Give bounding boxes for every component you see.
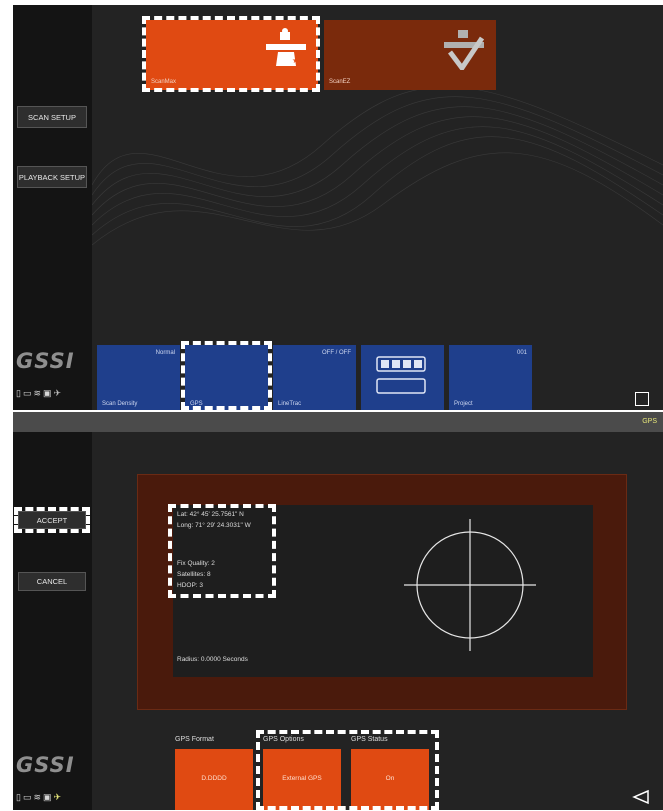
- project-label: Project: [454, 401, 473, 407]
- status-icons: ▯ ▭ ≋ ▣ ✈: [16, 388, 61, 399]
- gssi-logo: GSSI: [16, 349, 75, 373]
- gps-format-tile[interactable]: D.DDDD: [175, 749, 253, 810]
- scan-setup-button[interactable]: SCAN SETUP: [17, 106, 87, 128]
- storage-icon: ▣: [43, 388, 52, 398]
- screen-icon: ▭: [22, 388, 32, 398]
- linetrac-value: OFF / OFF: [322, 350, 351, 356]
- scanmax-highlight: [142, 16, 320, 92]
- satellite-icon: ✈: [53, 388, 62, 398]
- gssi-logo: GSSI: [16, 753, 75, 777]
- gps-format-label: GPS Format: [175, 736, 214, 743]
- gps-crosshair-icon: [404, 519, 536, 651]
- scan-density-label: Scan Density: [102, 401, 138, 407]
- checkmark-pipe-icon: [444, 30, 485, 70]
- project-tile[interactable]: 001 Project: [449, 345, 532, 410]
- gps-screen: GPS ACCEPT CANCEL Lat: 42° 45' 25.7561" …: [13, 412, 663, 810]
- playback-setup-label: PLAYBACK SETUP: [18, 172, 86, 182]
- gps-tile-highlight: [181, 341, 272, 410]
- battery-icon: [376, 356, 426, 394]
- radius-text: Radius: 0.0000 Seconds: [177, 656, 248, 663]
- gps-options-highlight: [256, 730, 439, 810]
- linetrac-tile[interactable]: OFF / OFF LineTrac: [273, 345, 356, 410]
- scan-setup-label: SCAN SETUP: [28, 112, 76, 122]
- gps-format-value: D.DDDD: [201, 775, 227, 782]
- satellite-icon: ✈: [53, 792, 62, 802]
- cancel-label: CANCEL: [36, 577, 68, 586]
- back-icon[interactable]: [632, 789, 650, 805]
- playback-setup-button[interactable]: PLAYBACK SETUP: [17, 166, 87, 188]
- cancel-button[interactable]: CANCEL: [18, 572, 86, 591]
- scan-density-tile[interactable]: Normal Scan Density: [97, 345, 180, 410]
- scan-density-value: Normal: [155, 350, 175, 356]
- storage-icon: ▣: [43, 792, 52, 802]
- project-value: 001: [516, 350, 527, 356]
- battery-tile[interactable]: [361, 345, 444, 410]
- gps-header-bar: GPS: [13, 412, 663, 432]
- wave-background: [92, 86, 663, 246]
- scan-mode-screen: SCAN SETUP PLAYBACK SETUP ★ ScanMax Scan…: [13, 5, 663, 410]
- gps-header-title: GPS: [642, 418, 657, 425]
- device-icon: ▯: [16, 388, 21, 398]
- scanez-tile[interactable]: ScanEZ: [324, 20, 496, 90]
- scanez-label: ScanEZ: [329, 79, 351, 85]
- wifi-icon: ≋: [33, 792, 42, 802]
- device-icon: ▯: [16, 792, 21, 802]
- accept-highlight: [14, 507, 90, 533]
- wifi-icon: ≋: [33, 388, 42, 398]
- recent-apps-button[interactable]: [635, 392, 649, 406]
- gps-info-highlight: [168, 504, 276, 598]
- linetrac-label: LineTrac: [278, 401, 302, 407]
- screen-icon: ▭: [22, 792, 32, 802]
- status-icons: ▯ ▭ ≋ ▣ ✈: [16, 792, 61, 803]
